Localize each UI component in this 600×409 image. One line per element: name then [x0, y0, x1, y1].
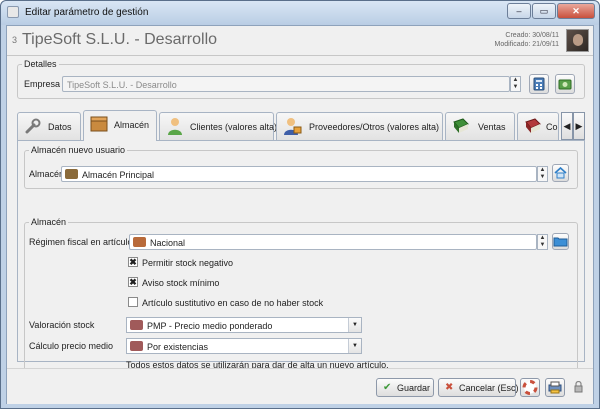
- chevron-down-icon: ▼: [348, 339, 361, 353]
- chevron-down-icon: ▼: [348, 318, 361, 332]
- tab-datos-label: Datos: [48, 122, 72, 132]
- regimen-spinner[interactable]: ▲ ▼: [537, 234, 548, 250]
- valoracion-value: PMP - Precio medio ponderado: [147, 321, 273, 331]
- tab-page-almacen: Almacén nuevo usuario Almacén Almacén Pr…: [17, 140, 585, 377]
- valuation-icon: [130, 320, 143, 330]
- tab-scroll-right-button[interactable]: ▶: [573, 112, 585, 140]
- record-id: 3: [12, 35, 18, 45]
- tab-scroll-arrows: ◀ ▶: [561, 112, 585, 140]
- guardar-button[interactable]: ✔ Guardar: [376, 378, 434, 397]
- record-header: 3 TipeSoft S.L.U. - Desarrollo Creado: 3…: [7, 26, 593, 56]
- maximize-button[interactable]: ▭: [532, 3, 556, 19]
- modified-date: Modificado: 21/09/11: [494, 41, 559, 48]
- empresa-value: TipeSoft S.L.U. - Desarrollo: [67, 80, 177, 90]
- created-date: Creado: 30/08/11: [505, 32, 559, 39]
- print-button[interactable]: [545, 378, 565, 397]
- tab-scroll-left-button[interactable]: ◀: [561, 112, 573, 140]
- supplier-icon: [284, 118, 302, 135]
- permitir-stock-negativo-checkbox[interactable]: ✖: [128, 257, 138, 267]
- cancelar-label: Cancelar (Esc): [459, 383, 519, 393]
- articulo-sustitutivo-checkbox[interactable]: [128, 297, 138, 307]
- permitir-stock-negativo-label: Permitir stock negativo: [142, 258, 234, 268]
- cancel-icon: ✖: [445, 382, 454, 393]
- almacen-nuevo-usuario-group: Almacén nuevo usuario Almacén Almacén Pr…: [24, 145, 578, 189]
- tab-datos[interactable]: Datos: [17, 112, 81, 140]
- dialog-footer: ✔ Guardar ✖ Cancelar (Esc): [7, 368, 593, 404]
- red-book-icon: [525, 118, 541, 133]
- regimen-value: Nacional: [150, 238, 186, 248]
- tab-ventas-label: Ventas: [478, 122, 506, 132]
- valoracion-dropdown[interactable]: PMP - Precio medio ponderado ▼: [126, 317, 362, 333]
- aviso-stock-minimo-label: Aviso stock mínimo: [142, 278, 220, 288]
- tab-clientes[interactable]: Clientes (valores alta): [159, 112, 278, 140]
- lifebuoy-icon: [522, 380, 538, 395]
- guardar-label: Guardar: [397, 383, 431, 393]
- articulo-sustitutivo-label: Artículo sustitutivo en caso de no haber…: [142, 298, 324, 308]
- minimize-button[interactable]: –: [507, 3, 531, 19]
- lock-icon: [574, 381, 583, 393]
- regimen-field[interactable]: Nacional: [129, 234, 537, 250]
- dialog-body: 3 TipeSoft S.L.U. - Desarrollo Creado: 3…: [6, 25, 594, 404]
- tab-proveedores[interactable]: Proveedores/Otros (valores alta): [276, 112, 443, 140]
- tab-clientes-label: Clientes (valores alta): [190, 122, 278, 132]
- window-controls: – ▭ ✕: [507, 3, 595, 19]
- box-icon: [90, 116, 108, 132]
- almacen-label: Almacén: [29, 169, 65, 179]
- app-icon: [7, 6, 19, 18]
- folder-icon: [553, 237, 568, 247]
- calc-icon: [130, 341, 143, 351]
- detalles-legend: Detalles: [24, 59, 57, 69]
- green-book-icon: [453, 118, 469, 133]
- help-button[interactable]: [520, 378, 540, 397]
- tab-strip: Datos Almacén Clientes (valores alta) Pr…: [17, 110, 585, 141]
- wrench-icon: [25, 118, 41, 134]
- tab-compras[interactable]: Co: [517, 112, 559, 140]
- almacen-spinner[interactable]: ▲ ▼: [537, 166, 548, 182]
- tax-icon: [133, 237, 146, 247]
- home-icon: [554, 166, 567, 179]
- regimen-label: Régimen fiscal en artículos: [29, 237, 138, 247]
- user-avatar: [566, 29, 589, 52]
- almacen-group: Almacén Régimen fiscal en artículos Naci…: [24, 217, 578, 377]
- money-icon: [558, 79, 572, 90]
- almacen-home-button[interactable]: [552, 164, 569, 182]
- empresa-lookup-button[interactable]: [529, 74, 549, 94]
- empresa-spinner[interactable]: ▲ ▼: [510, 76, 521, 92]
- person-icon: [168, 118, 182, 135]
- warehouse-icon: [65, 169, 78, 179]
- tab-almacen[interactable]: Almacén: [83, 110, 157, 141]
- almacen-value: Almacén Principal: [82, 170, 155, 180]
- calculo-label: Cálculo precio medio: [29, 341, 114, 351]
- calculator-icon: [533, 77, 545, 91]
- checkmark-icon: ✔: [383, 382, 392, 393]
- window-title: Editar parámetro de gestión: [25, 7, 149, 18]
- almacen-legend: Almacén: [31, 217, 67, 227]
- title-bar[interactable]: Editar parámetro de gestión – ▭ ✕: [1, 1, 599, 25]
- tab-ventas[interactable]: Ventas: [445, 112, 515, 140]
- printer-icon: [548, 381, 562, 394]
- calculo-value: Por existencias: [147, 342, 209, 352]
- tab-proveedores-label: Proveedores/Otros (valores alta): [309, 122, 440, 132]
- close-button[interactable]: ✕: [557, 3, 595, 19]
- detalles-group: Detalles Empresa TipeSoft S.L.U. - Desar…: [17, 59, 585, 99]
- tab-compras-label: Co: [546, 122, 558, 132]
- almacen-field[interactable]: Almacén Principal: [61, 166, 537, 182]
- empresa-money-button[interactable]: [555, 74, 575, 94]
- valoracion-label: Valoración stock: [29, 320, 95, 330]
- empresa-field[interactable]: TipeSoft S.L.U. - Desarrollo: [62, 76, 510, 92]
- regimen-folder-button[interactable]: [552, 233, 569, 250]
- almacen-nuevo-usuario-legend: Almacén nuevo usuario: [31, 145, 126, 155]
- record-dates: Creado: 30/08/11 Modificado: 21/09/11: [495, 31, 559, 49]
- calculo-dropdown[interactable]: Por existencias ▼: [126, 338, 362, 354]
- tab-almacen-label: Almacén: [114, 120, 150, 130]
- app-window: Editar parámetro de gestión – ▭ ✕ 3 Tipe…: [0, 0, 600, 409]
- empresa-label: Empresa: [24, 79, 61, 89]
- record-title: TipeSoft S.L.U. - Desarrollo: [22, 31, 218, 48]
- cancelar-button[interactable]: ✖ Cancelar (Esc): [438, 378, 519, 397]
- aviso-stock-minimo-checkbox[interactable]: ✖: [128, 277, 138, 287]
